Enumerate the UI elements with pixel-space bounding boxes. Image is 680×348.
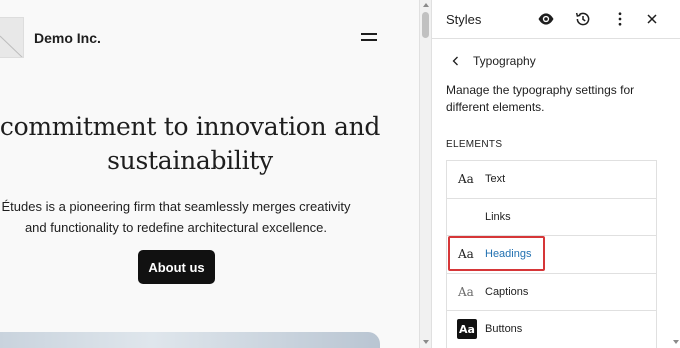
hero-image xyxy=(0,332,380,348)
element-item-headings[interactable]: Aa Headings xyxy=(447,236,656,274)
more-vertical-icon[interactable] xyxy=(610,9,630,29)
element-item-captions[interactable]: Aa Captions xyxy=(447,274,656,311)
site-preview: Demo Inc. commitment to innovation and s… xyxy=(0,0,419,348)
sidebar-title: Styles xyxy=(446,12,482,27)
typography-preview-icon: Aa xyxy=(458,172,474,186)
logo-placeholder-icon xyxy=(0,35,23,57)
site-logo[interactable] xyxy=(0,17,24,58)
chevron-left-icon[interactable] xyxy=(448,53,464,69)
element-label: Buttons xyxy=(485,323,523,335)
panel-subtitle: Typography xyxy=(473,54,536,68)
scroll-up-icon[interactable] xyxy=(423,3,429,7)
styles-sidebar: Styles Typography Manage the typography … xyxy=(431,0,680,348)
history-icon[interactable] xyxy=(573,9,593,29)
element-item-text[interactable]: Aa Text xyxy=(447,161,656,199)
typography-preview-icon: Aa xyxy=(458,284,474,299)
close-icon[interactable] xyxy=(642,9,662,29)
element-item-links[interactable]: Links xyxy=(447,199,656,236)
element-item-buttons[interactable]: Aa Buttons xyxy=(447,311,656,348)
sidebar-scrollbar[interactable] xyxy=(672,40,680,348)
hamburger-menu-icon[interactable] xyxy=(361,31,377,43)
element-label: Text xyxy=(485,173,506,185)
scrollbar-thumb[interactable] xyxy=(422,12,429,38)
elements-section-label: ELEMENTS xyxy=(446,139,503,150)
site-title[interactable]: Demo Inc. xyxy=(34,30,101,46)
button-preview-icon: Aa xyxy=(457,319,477,339)
element-label: Headings xyxy=(485,248,532,260)
panel-description: Manage the typography settings for diffe… xyxy=(446,83,635,114)
scroll-down-icon[interactable] xyxy=(673,340,679,344)
hero-text: Études is a pioneering firm that seamles… xyxy=(1,199,351,235)
eye-icon[interactable] xyxy=(536,9,556,29)
hero-heading: commitment to innovation and sustainabil… xyxy=(0,112,381,175)
element-label: Captions xyxy=(485,285,529,298)
elements-list: Aa Text Links Aa Headings Aa Captions Aa… xyxy=(446,160,657,348)
sidebar-header: Styles xyxy=(432,0,680,39)
element-label: Links xyxy=(485,210,511,223)
about-us-button[interactable]: About us xyxy=(138,250,215,284)
typography-preview-icon: Aa xyxy=(458,247,474,261)
scroll-down-icon[interactable] xyxy=(423,340,429,344)
preview-scrollbar[interactable] xyxy=(419,0,431,348)
